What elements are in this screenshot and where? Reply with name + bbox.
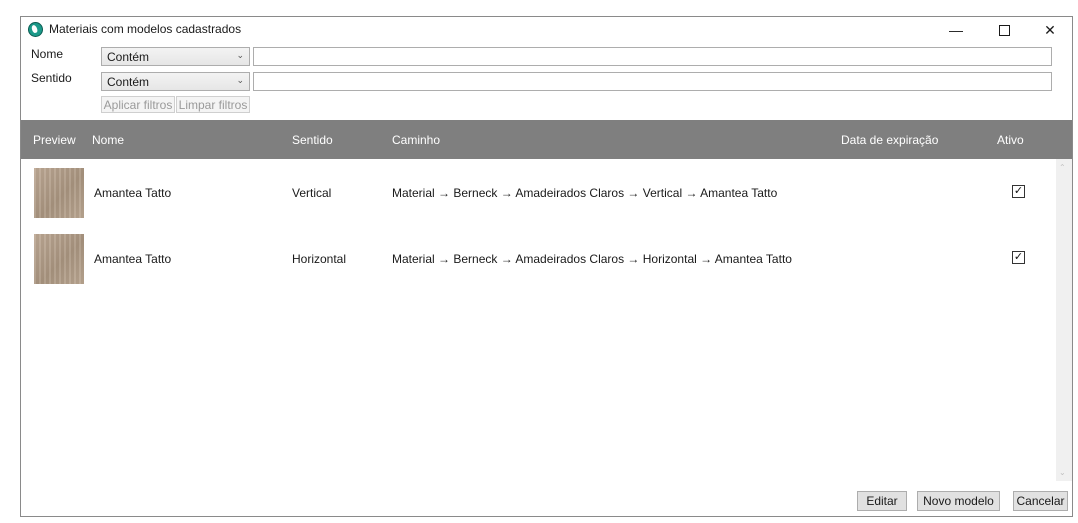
row-name: Amantea Tatto	[94, 186, 172, 200]
column-header-ativo[interactable]: Ativo	[997, 133, 1024, 147]
column-header-caminho[interactable]: Caminho	[392, 133, 440, 147]
row-direction: Horizontal	[292, 252, 347, 266]
edit-button[interactable]: Editar	[857, 491, 907, 511]
direction-filter-label: Sentido	[31, 71, 72, 85]
direction-filter-input[interactable]	[253, 72, 1052, 91]
vertical-scrollbar[interactable]: ⌃ ⌄	[1056, 159, 1072, 481]
material-preview-image	[34, 234, 84, 284]
row-path: Material → Berneck → Amadeirados Claros …	[392, 186, 778, 200]
active-checkbox[interactable]: ✓	[1012, 185, 1025, 198]
minimize-button[interactable]: —	[933, 17, 979, 43]
table-header: Preview Nome Sentido Caminho Data de exp…	[21, 120, 1072, 159]
close-button[interactable]: ✕	[1027, 17, 1072, 43]
scroll-down-icon[interactable]: ⌄	[1059, 468, 1066, 477]
direction-operator-select[interactable]: Contém ⌄	[101, 72, 250, 91]
close-icon: ✕	[1044, 21, 1056, 38]
direction-operator-value: Contém	[107, 74, 150, 89]
name-operator-select[interactable]: Contém ⌄	[101, 47, 250, 66]
column-header-preview[interactable]: Preview	[33, 133, 76, 147]
name-filter-input[interactable]	[253, 47, 1052, 66]
check-icon: ✓	[1013, 185, 1024, 197]
chevron-down-icon: ⌄	[236, 50, 244, 60]
new-model-button[interactable]: Novo modelo	[917, 491, 1000, 511]
app-logo-icon	[28, 22, 43, 37]
column-header-data-expiracao[interactable]: Data de expiração	[841, 133, 938, 147]
chevron-down-icon: ⌄	[236, 75, 244, 85]
window-title: Materiais com modelos cadastrados	[49, 22, 242, 36]
title-bar: Materiais com modelos cadastrados — ✕	[21, 17, 1072, 43]
scroll-up-icon[interactable]: ⌃	[1059, 163, 1066, 172]
row-name: Amantea Tatto	[94, 252, 172, 266]
materials-window: Materiais com modelos cadastrados — ✕ No…	[20, 16, 1073, 517]
minimize-icon: —	[949, 22, 963, 38]
active-checkbox[interactable]: ✓	[1012, 251, 1025, 264]
table-row[interactable]: Amantea Tatto Vertical Material → Bernec…	[21, 160, 1056, 226]
name-operator-value: Contém	[107, 49, 150, 64]
cancel-button[interactable]: Cancelar	[1013, 491, 1068, 511]
name-filter-label: Nome	[31, 47, 64, 61]
check-icon: ✓	[1013, 251, 1024, 263]
column-header-nome[interactable]: Nome	[92, 133, 124, 147]
clear-filters-button[interactable]: Limpar filtros	[176, 96, 250, 113]
column-header-sentido[interactable]: Sentido	[292, 133, 333, 147]
maximize-icon	[998, 24, 1010, 36]
apply-filters-button[interactable]: Aplicar filtros	[101, 96, 175, 113]
material-preview-image	[34, 168, 84, 218]
row-direction: Vertical	[292, 186, 332, 200]
table-row[interactable]: Amantea Tatto Horizontal Material → Bern…	[21, 226, 1056, 292]
maximize-button[interactable]	[981, 17, 1027, 43]
row-path: Material → Berneck → Amadeirados Claros …	[392, 252, 792, 266]
